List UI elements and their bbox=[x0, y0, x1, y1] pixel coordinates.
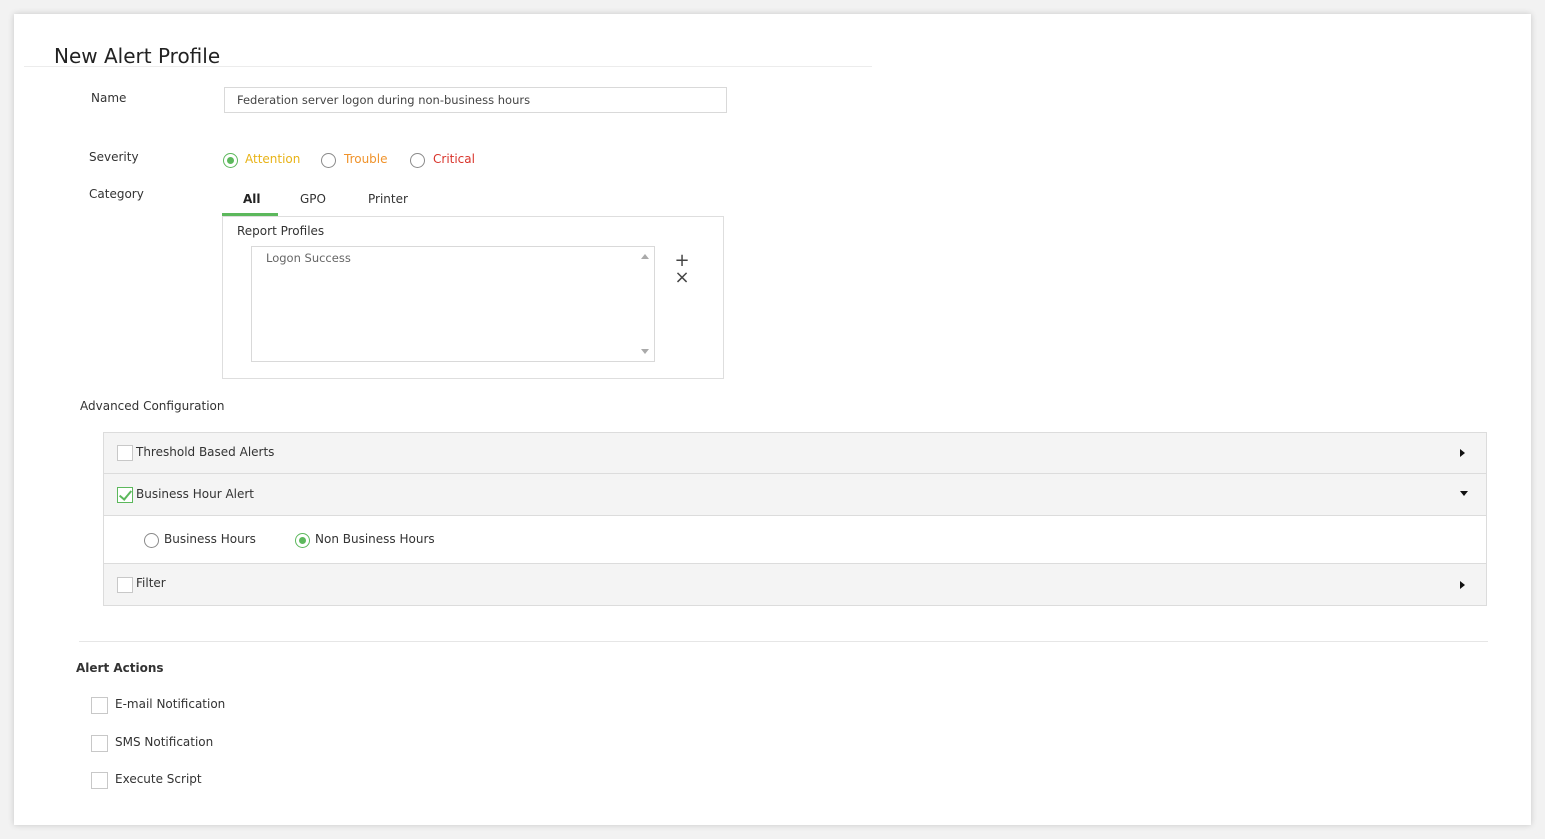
alert-profile-panel: New Alert Profile Name Severity Attentio… bbox=[14, 14, 1531, 825]
advanced-config-label: Advanced Configuration bbox=[80, 399, 225, 413]
section-divider bbox=[79, 641, 1488, 642]
severity-label: Severity bbox=[89, 150, 139, 164]
email-notification-checkbox[interactable] bbox=[91, 697, 108, 714]
business-hours-radio[interactable] bbox=[144, 533, 159, 548]
collapse-arrow-icon[interactable] bbox=[1460, 491, 1468, 496]
business-hour-alert-checkbox[interactable] bbox=[117, 487, 133, 503]
threshold-alerts-label: Threshold Based Alerts bbox=[136, 445, 275, 459]
expand-arrow-icon[interactable] bbox=[1460, 581, 1465, 589]
email-notification-label: E-mail Notification bbox=[115, 697, 226, 711]
scroll-up-arrow-icon[interactable] bbox=[641, 254, 649, 259]
page-title: New Alert Profile bbox=[54, 44, 221, 68]
sms-notification-label: SMS Notification bbox=[115, 735, 214, 749]
severity-critical-label: Critical bbox=[433, 152, 475, 166]
severity-trouble-label: Trouble bbox=[344, 152, 388, 166]
non-business-hours-label: Non Business Hours bbox=[315, 532, 435, 546]
filter-checkbox[interactable] bbox=[117, 577, 133, 593]
alert-actions-title: Alert Actions bbox=[76, 661, 164, 675]
name-input[interactable] bbox=[224, 87, 727, 113]
execute-script-label: Execute Script bbox=[115, 772, 202, 786]
filter-label: Filter bbox=[136, 576, 166, 590]
business-hours-label: Business Hours bbox=[164, 532, 256, 546]
category-label: Category bbox=[89, 187, 144, 201]
tab-all[interactable]: All bbox=[243, 192, 261, 206]
report-profiles-listbox[interactable]: Logon Success bbox=[251, 246, 655, 362]
tab-printer[interactable]: Printer bbox=[368, 192, 408, 206]
sms-notification-checkbox[interactable] bbox=[91, 735, 108, 752]
scroll-down-arrow-icon[interactable] bbox=[641, 349, 649, 354]
severity-trouble-radio[interactable] bbox=[321, 153, 336, 168]
threshold-alerts-row[interactable]: Threshold Based Alerts bbox=[103, 432, 1487, 474]
title-divider bbox=[24, 66, 872, 67]
report-profiles-label: Report Profiles bbox=[237, 224, 325, 238]
filter-row[interactable]: Filter bbox=[103, 563, 1487, 606]
non-business-hours-radio[interactable] bbox=[295, 533, 310, 548]
tab-gpo[interactable]: GPO bbox=[300, 192, 326, 206]
remove-profile-icon[interactable]: × bbox=[674, 269, 690, 287]
severity-attention-radio[interactable] bbox=[223, 153, 238, 168]
business-hour-options: Business Hours Non Business Hours bbox=[103, 516, 1487, 563]
execute-script-checkbox[interactable] bbox=[91, 772, 108, 789]
severity-attention-label: Attention bbox=[245, 152, 301, 166]
expand-arrow-icon[interactable] bbox=[1460, 449, 1465, 457]
severity-critical-radio[interactable] bbox=[410, 153, 425, 168]
threshold-alerts-checkbox[interactable] bbox=[117, 445, 133, 461]
business-hour-alert-row[interactable]: Business Hour Alert bbox=[103, 473, 1487, 516]
name-label: Name bbox=[91, 91, 127, 105]
business-hour-alert-label: Business Hour Alert bbox=[136, 487, 255, 501]
list-item[interactable]: Logon Success bbox=[266, 251, 351, 265]
